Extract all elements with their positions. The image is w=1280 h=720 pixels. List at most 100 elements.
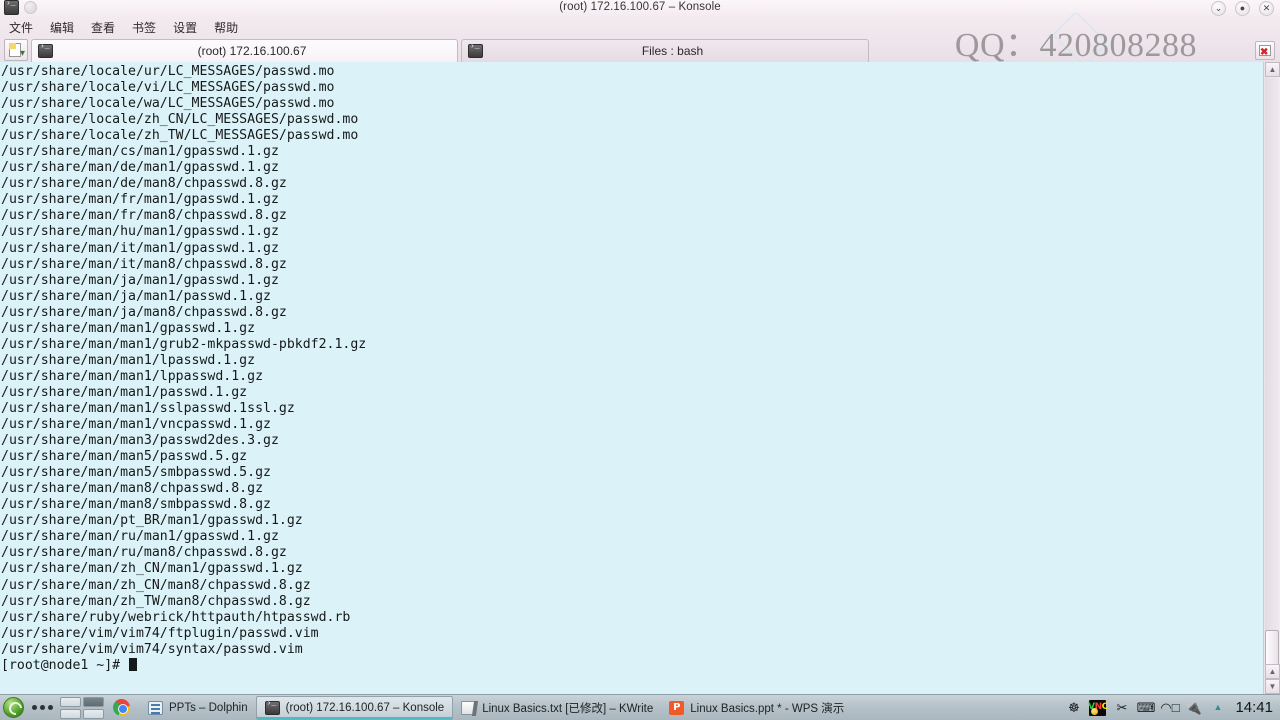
task-label: Linux Basics.ppt * - WPS 演示 [690,702,845,715]
clipboard-icon[interactable]: ◠□ [1160,700,1179,716]
terminal-line: /usr/share/man/man8/chpasswd.8.gz [1,481,264,497]
activities-handle[interactable] [32,705,53,710]
vnc-icon[interactable]: VNC [1088,699,1108,716]
new-tab-button[interactable]: ▾ [4,39,28,61]
dolphin-icon [148,700,163,715]
close-button[interactable]: ✕ [1259,1,1274,16]
terminal-line: /usr/share/locale/ur/LC_MESSAGES/passwd.… [1,64,335,79]
terminal-line: /usr/share/man/man3/passwd2des.3.gz [1,433,279,449]
konsole-window: (root) 172.16.100.67 – Konsole ⌄ ● ✕ 文件 … [0,0,1280,694]
start-menu-button[interactable] [3,697,24,718]
task-wps[interactable]: P Linux Basics.ppt * - WPS 演示 [661,696,852,720]
pager-desktop-4[interactable] [83,708,104,719]
terminal-line: /usr/share/man/hu/man1/gpasswd.1.gz [1,224,279,240]
tab-files-bash[interactable]: Files : bash [461,39,869,62]
terminal-area: /usr/share/locale/ur/LC_MESSAGES/passwd.… [0,62,1280,694]
terminal-line: /usr/share/man/man1/lpasswd.1.gz [1,352,256,368]
terminal-line: /usr/share/locale/vi/LC_MESSAGES/passwd.… [1,80,335,96]
desktop-pager[interactable] [60,696,104,719]
task-konsole[interactable]: (root) 172.16.100.67 – Konsole [255,695,454,720]
terminal-line: /usr/share/ruby/webrick/httpauth/htpassw… [1,609,351,625]
terminal-line: /usr/share/vim/vim74/ftplugin/passwd.vim [1,625,319,641]
qq-watermark-text: QQ：420808288 [954,27,1197,64]
terminal-line: /usr/share/man/man1/grub2-mkpasswd-pbkdf… [1,336,367,352]
task-label: (root) 172.16.100.67 – Konsole [285,701,445,714]
menu-item-edit[interactable]: 编辑 [50,19,74,36]
terminal-line: /usr/share/man/zh_CN/man1/gpasswd.1.gz [1,561,303,577]
close-icon: ✖ [1260,47,1269,58]
terminal-line: /usr/share/man/man1/passwd.1.gz [1,384,248,400]
window-titlebar: (root) 172.16.100.67 – Konsole ⌄ ● ✕ [0,0,1280,18]
pager-desktop-3[interactable] [60,708,81,719]
konsole-tab-icon [38,42,53,58]
terminal-line: /usr/share/man/it/man8/chpasswd.8.gz [1,256,287,272]
expand-arrow-icon[interactable]: ▲ [1209,700,1226,716]
desktop-taskbar: PPTs – Dolphin (root) 172.16.100.67 – Ko… [0,694,1280,720]
tab-label: (root) 172.16.100.67 [197,44,307,58]
terminal-line: /usr/share/man/ja/man1/gpasswd.1.gz [1,272,279,288]
terminal-line: /usr/share/locale/wa/LC_MESSAGES/passwd.… [1,96,335,112]
terminal-line: /usr/share/man/man8/smbpasswd.8.gz [1,497,271,513]
task-dolphin[interactable]: PPTs – Dolphin [140,696,256,720]
terminal-line: /usr/share/man/man1/lppasswd.1.gz [1,368,264,384]
terminal-line: /usr/share/man/man1/gpasswd.1.gz [1,320,256,336]
terminal-line: /usr/share/man/man1/sslpasswd.1ssl.gz [1,400,295,416]
terminal-line: /usr/share/man/ja/man8/chpasswd.8.gz [1,304,287,320]
task-label: PPTs – Dolphin [169,701,248,714]
terminal-scrollbar[interactable]: ▲ ▲ ▼ [1263,62,1280,694]
terminal-line: /usr/share/man/cs/man1/gpasswd.1.gz [1,144,279,160]
chrome-launcher-icon[interactable] [113,699,130,716]
maximize-button[interactable]: ● [1235,1,1250,16]
konsole-icon [264,699,280,715]
tab-root-konsole[interactable]: (root) 172.16.100.67 [31,39,458,62]
system-tray: ☸ VNC ✂ ⌨ ◠□ 🔌 ▲ 14:41 [1065,699,1280,716]
new-tab-corner-icon [9,43,16,49]
terminal-line: /usr/share/man/fr/man8/chpasswd.8.gz [1,208,287,224]
scissors-icon[interactable]: ✂ [1113,700,1130,716]
terminal-line: /usr/share/man/ja/man1/passwd.1.gz [1,288,271,304]
window-title: (root) 172.16.100.67 – Konsole [559,1,721,13]
terminal-line: /usr/share/man/man5/passwd.5.gz [1,449,248,465]
terminal-line: /usr/share/man/zh_CN/man8/chpasswd.8.gz [1,577,311,593]
menu-item-help[interactable]: 帮助 [214,19,238,36]
plug-icon[interactable]: 🔌 [1185,700,1202,716]
terminal-line: /usr/share/man/de/man8/chpasswd.8.gz [1,176,287,192]
scroll-bottom-arrow-icon[interactable]: ▼ [1265,679,1280,694]
handle-dot [32,705,37,710]
chevron-down-icon: ▾ [19,48,25,59]
window-controls: ⌄ ● ✕ [1211,1,1274,16]
scroll-up-arrow-icon[interactable]: ▲ [1265,62,1280,77]
terminal-line: /usr/share/man/fr/man1/gpasswd.1.gz [1,192,279,208]
menu-item-view[interactable]: 查看 [91,19,115,36]
close-tab-button[interactable]: ✖ [1255,41,1275,60]
minimize-button[interactable]: ⌄ [1211,1,1226,16]
scrollbar-track[interactable] [1265,78,1279,663]
terminal-line: /usr/share/locale/zh_TW/LC_MESSAGES/pass… [1,128,359,144]
menu-item-settings[interactable]: 设置 [173,19,197,36]
terminal-output[interactable]: /usr/share/locale/ur/LC_MESSAGES/passwd.… [0,62,1263,694]
keyboard-icon[interactable]: ⌨ [1137,700,1156,716]
terminal-line: /usr/share/man/de/man1/gpasswd.1.gz [1,160,279,176]
task-kwrite[interactable]: Linux Basics.txt [已修改] – KWrite [453,696,661,720]
konsole-tab-icon [468,42,483,58]
handle-dot [40,705,45,710]
pager-desktop-1[interactable] [60,696,81,707]
terminal-line: /usr/share/man/pt_BR/man1/gpasswd.1.gz [1,513,303,529]
bug-icon[interactable]: ☸ [1065,700,1082,716]
clock[interactable]: 14:41 [1233,699,1273,716]
menu-item-file[interactable]: 文件 [9,19,33,36]
terminal-line: /usr/share/man/man1/vncpasswd.1.gz [1,417,271,433]
tab-bar: ▾ (root) 172.16.100.67 Files : bash QQ：4… [0,10,1280,68]
terminal-line: /usr/share/man/man5/smbpasswd.5.gz [1,465,271,481]
terminal-line: /usr/share/man/ru/man8/chpasswd.8.gz [1,545,287,561]
pager-desktop-2[interactable] [83,696,104,707]
task-label: Linux Basics.txt [已修改] – KWrite [482,702,654,715]
scroll-down-arrow-icon[interactable]: ▲ [1265,664,1280,679]
kwrite-icon [461,700,477,715]
terminal-line: /usr/share/vim/vim74/syntax/passwd.vim [1,641,303,657]
terminal-line: /usr/share/man/zh_TW/man8/chpasswd.8.gz [1,593,311,609]
tab-label: Files : bash [641,44,704,58]
terminal-prompt: [root@node1 ~]# [1,657,1263,674]
handle-dot [48,705,53,710]
menu-item-bookmarks[interactable]: 书签 [132,19,156,36]
